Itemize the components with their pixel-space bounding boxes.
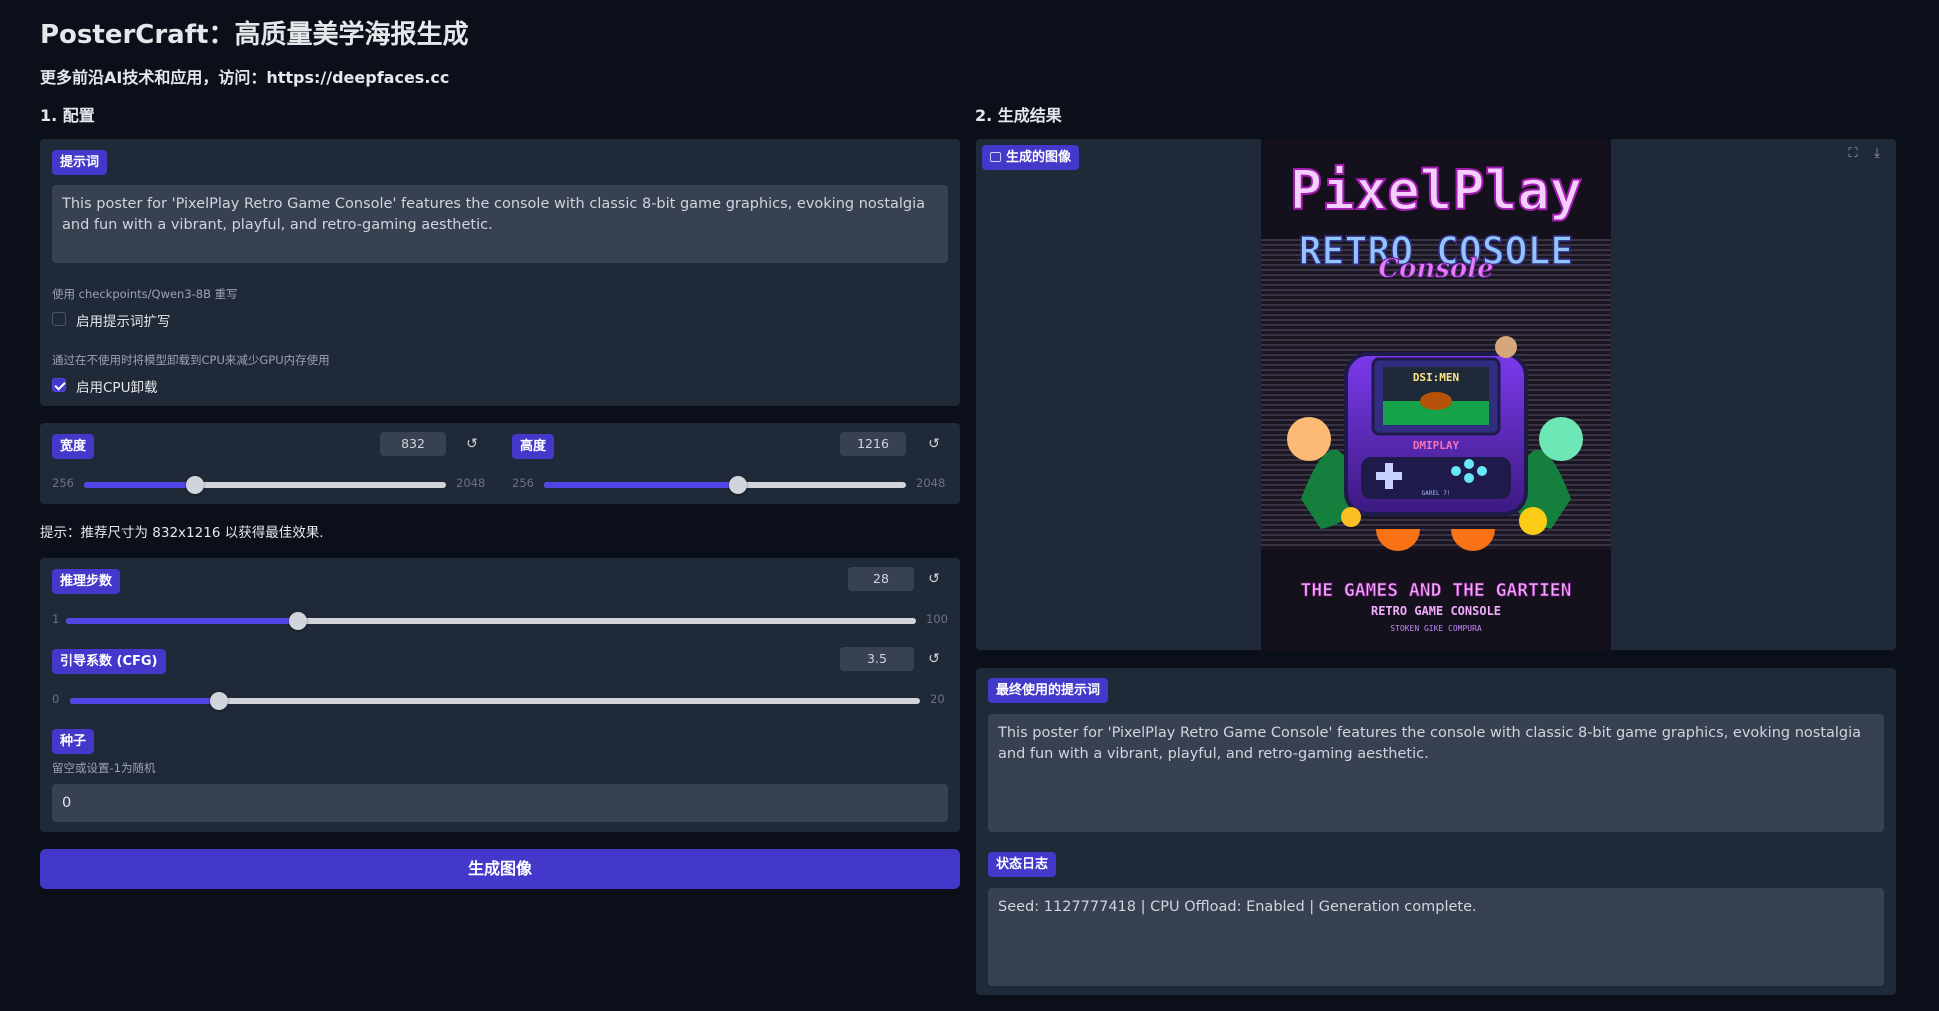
seed-input[interactable]: 0 xyxy=(52,784,948,822)
prompt-input[interactable]: This poster for 'PixelPlay Retro Game Co… xyxy=(52,185,948,263)
poster-brand-text: DMIPLAY xyxy=(1413,439,1460,452)
cpu-offload-label: 启用CPU卸载 xyxy=(76,380,158,396)
width-input[interactable]: 832 xyxy=(380,432,446,456)
seed-label: 种子 xyxy=(52,729,95,754)
steps-label: 推理步数 xyxy=(52,569,121,594)
poster-tagline-3: STOKEN GIKE COMPURA xyxy=(1390,624,1482,633)
generate-button[interactable]: 生成图像 xyxy=(40,849,960,889)
result-text-panel: 最终使用的提示词 This poster for 'PixelPlay Retr… xyxy=(976,668,1896,995)
reset-icon: ↺ xyxy=(466,436,478,452)
reset-icon: ↺ xyxy=(928,571,940,587)
seed-info: 留空或设置-1为随机 xyxy=(52,761,156,775)
poster-script: Console xyxy=(1378,254,1493,284)
width-label: 宽度 xyxy=(52,434,95,459)
poster-tagline-2: RETRO GAME CONSOLE xyxy=(1371,604,1501,618)
cfg-input[interactable]: 3.5 xyxy=(840,647,914,671)
image-icon xyxy=(990,152,1001,162)
cpu-offload-checkbox[interactable] xyxy=(52,378,66,392)
steps-reset-button[interactable]: ↺ xyxy=(922,567,946,591)
height-reset-button[interactable]: ↺ xyxy=(922,432,946,456)
steps-max: 100 xyxy=(926,612,948,626)
width-slider-fill xyxy=(84,482,195,488)
cfg-slider-thumb[interactable] xyxy=(209,692,228,710)
height-min: 256 xyxy=(512,476,534,490)
height-slider[interactable] xyxy=(544,476,906,494)
steps-min: 1 xyxy=(52,612,60,626)
height-slider-fill xyxy=(544,482,739,488)
status-log-output[interactable]: Seed: 1127777418 | CPU Offload: Enabled … xyxy=(988,888,1884,986)
steps-slider[interactable] xyxy=(66,612,916,630)
rewrite-label: 启用提示词扩写 xyxy=(76,314,171,330)
poster-tagline-1: THE GAMES AND THE GARTIEN xyxy=(1301,580,1572,601)
poster-small-text: GAREL 7! xyxy=(1422,490,1451,497)
reset-icon: ↺ xyxy=(928,436,940,452)
download-icon[interactable]: ⤓ xyxy=(1868,145,1886,163)
result-section-title: 2. 生成结果 xyxy=(975,106,1062,125)
size-hint: 提示：推荐尺寸为 832x1216 以获得最佳效果. xyxy=(40,525,324,541)
sampling-panel: 推理步数 28 ↺ 1 100 引导系数 (CFG) 3.5 ↺ 0 20 种子… xyxy=(40,558,960,832)
steps-slider-fill xyxy=(66,618,299,624)
width-reset-button[interactable]: ↺ xyxy=(460,432,484,456)
final-prompt-label: 最终使用的提示词 xyxy=(988,678,1109,703)
height-slider-thumb[interactable] xyxy=(729,476,748,494)
width-min: 256 xyxy=(52,476,74,490)
cfg-slider-fill xyxy=(70,698,219,704)
poster-screen-text: DSI:MEN xyxy=(1413,371,1459,384)
status-log-label: 状态日志 xyxy=(988,852,1057,877)
cfg-min: 0 xyxy=(52,692,60,706)
prompt-panel: 提示词 This poster for 'PixelPlay Retro Gam… xyxy=(40,139,960,406)
width-slider-thumb[interactable] xyxy=(185,476,204,494)
generated-poster: PixelPlay RETRO COSOLE Console DSI:MEN D… xyxy=(1261,139,1611,650)
height-label: 高度 xyxy=(512,434,555,459)
height-input[interactable]: 1216 xyxy=(840,432,906,456)
config-section-title: 1. 配置 xyxy=(40,106,95,125)
size-panel: 宽度 832 ↺ 256 2048 高度 1216 ↺ 256 2048 xyxy=(40,423,960,504)
steps-input[interactable]: 28 xyxy=(848,567,914,591)
steps-slider-thumb[interactable] xyxy=(289,612,308,630)
cfg-reset-button[interactable]: ↺ xyxy=(922,647,946,671)
cfg-slider[interactable] xyxy=(70,692,920,710)
rewrite-info: 使用 checkpoints/Qwen3-8B 重写 xyxy=(52,287,238,301)
final-prompt-output[interactable]: This poster for 'PixelPlay Retro Game Co… xyxy=(988,714,1884,832)
width-max: 2048 xyxy=(456,476,486,490)
width-slider[interactable] xyxy=(84,476,446,494)
fullscreen-icon[interactable]: ⛶ xyxy=(1844,145,1862,163)
cfg-max: 20 xyxy=(930,692,945,706)
app-title: PosterCraft：高质量美学海报生成 xyxy=(40,20,469,50)
cfg-label: 引导系数 (CFG) xyxy=(52,649,166,674)
app-subtitle: 更多前沿AI技术和应用，访问：https://deepfaces.cc xyxy=(40,68,450,87)
poster-title: PixelPlay xyxy=(1290,159,1583,222)
height-max: 2048 xyxy=(916,476,946,490)
reset-icon: ↺ xyxy=(928,651,940,667)
rewrite-checkbox[interactable] xyxy=(52,312,66,326)
prompt-label: 提示词 xyxy=(52,150,108,175)
image-output-label: 生成的图像 xyxy=(982,145,1080,170)
cpu-offload-info: 通过在不使用时将模型卸载到CPU来减少GPU内存使用 xyxy=(52,353,330,367)
